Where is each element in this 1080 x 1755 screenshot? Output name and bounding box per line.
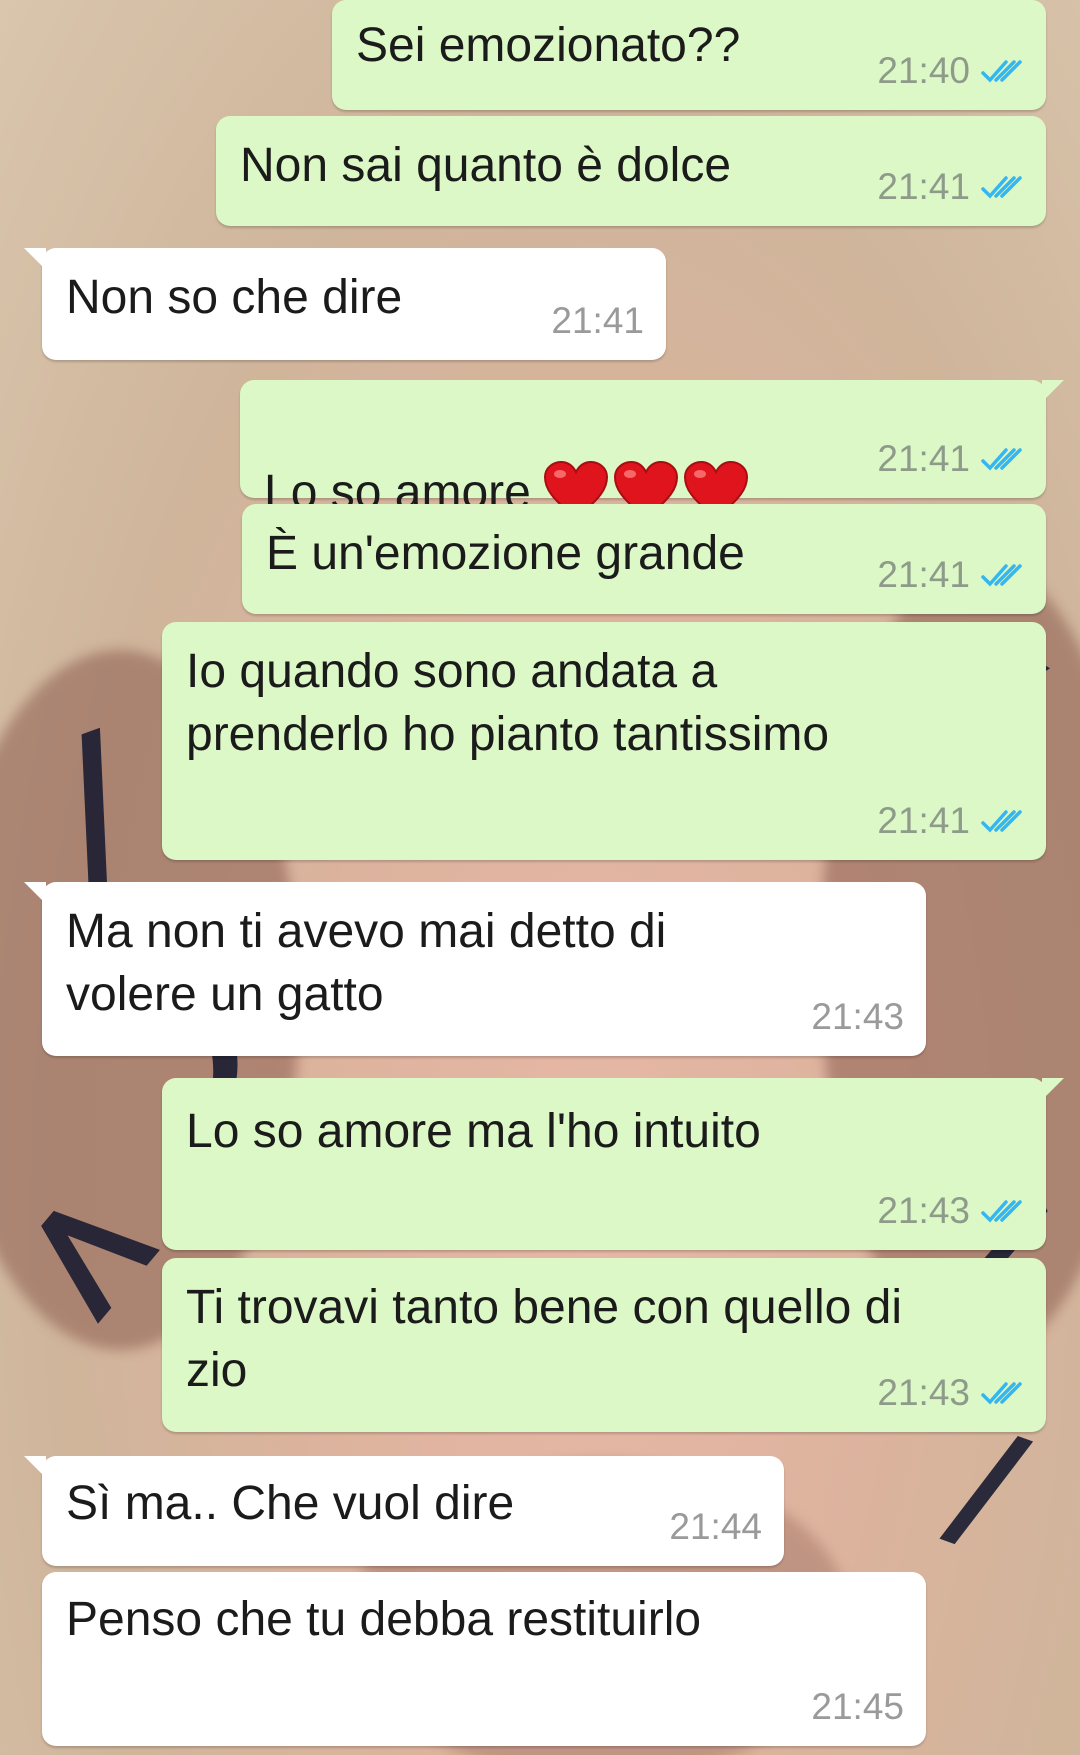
message-meta: 21:41: [551, 300, 644, 342]
message-incoming[interactable]: Penso che tu debba restituirlo 21:45: [42, 1572, 926, 1746]
message-meta: 21:43: [811, 996, 904, 1038]
message-time: 21:43: [877, 1190, 970, 1231]
message-text: È un'emozione grande: [266, 527, 745, 580]
double-check-icon: [981, 1200, 1022, 1223]
message-meta: 21:44: [669, 1506, 762, 1548]
message-time: 21:43: [811, 996, 904, 1037]
double-check-icon: [981, 176, 1022, 199]
message-text: Sì ma.. Che vuol dire: [66, 1477, 515, 1530]
message-meta: 21:41: [877, 800, 1024, 842]
message-meta: 21:41: [877, 166, 1024, 208]
message-time: 21:41: [877, 166, 970, 207]
message-outgoing[interactable]: Sei emozionato?? 21:40: [332, 0, 1046, 110]
message-outgoing[interactable]: Lo so amore 21:41: [240, 380, 1064, 520]
message-time: 21:41: [877, 554, 970, 595]
message-text: Non so che dire: [66, 271, 403, 324]
message-meta: 21:41: [877, 438, 1024, 480]
message-meta: 21:40: [877, 50, 1024, 92]
message-time: 21:41: [551, 300, 644, 341]
message-incoming[interactable]: Non so che dire 21:41: [24, 248, 666, 360]
message-outgoing[interactable]: Lo so amore ma l'ho intuito 21:43: [162, 1078, 1064, 1250]
message-outgoing[interactable]: Io quando sono andata a prenderlo ho pia…: [162, 622, 1046, 860]
message-text: Lo so amore ma l'ho intuito: [186, 1105, 761, 1158]
message-time: 21:43: [877, 1372, 970, 1413]
double-check-icon: [981, 448, 1022, 471]
double-check-icon: [981, 1382, 1022, 1405]
message-meta: 21:41: [877, 554, 1024, 596]
message-outgoing[interactable]: È un'emozione grande 21:41: [242, 504, 1046, 614]
message-time: 21:44: [669, 1506, 762, 1547]
message-outgoing[interactable]: Ti trovavi tanto bene con quello di zio …: [162, 1258, 1046, 1432]
message-text: Ti trovavi tanto bene con quello di zio: [186, 1281, 902, 1397]
message-incoming[interactable]: Sì ma.. Che vuol dire 21:44: [24, 1456, 784, 1566]
message-incoming[interactable]: Ma non ti avevo mai detto di volere un g…: [24, 882, 926, 1056]
message-text: Sei emozionato??: [356, 19, 741, 72]
message-text: Ma non ti avevo mai detto di volere un g…: [66, 905, 667, 1021]
message-meta: 21:45: [811, 1686, 904, 1728]
message-time: 21:40: [877, 50, 970, 91]
double-check-icon: [981, 810, 1022, 833]
message-outgoing[interactable]: Non sai quanto è dolce 21:41: [216, 116, 1046, 226]
double-check-icon: [981, 564, 1022, 587]
message-text: Non sai quanto è dolce: [240, 139, 732, 192]
message-text: Io quando sono andata a prenderlo ho pia…: [186, 645, 830, 761]
message-time: 21:41: [877, 438, 970, 479]
double-check-icon: [981, 60, 1022, 83]
message-meta: 21:43: [877, 1190, 1024, 1232]
message-text: Penso che tu debba restituirlo: [66, 1593, 702, 1646]
message-meta: 21:43: [877, 1372, 1024, 1414]
message-time: 21:45: [811, 1686, 904, 1727]
message-time: 21:41: [877, 800, 970, 841]
